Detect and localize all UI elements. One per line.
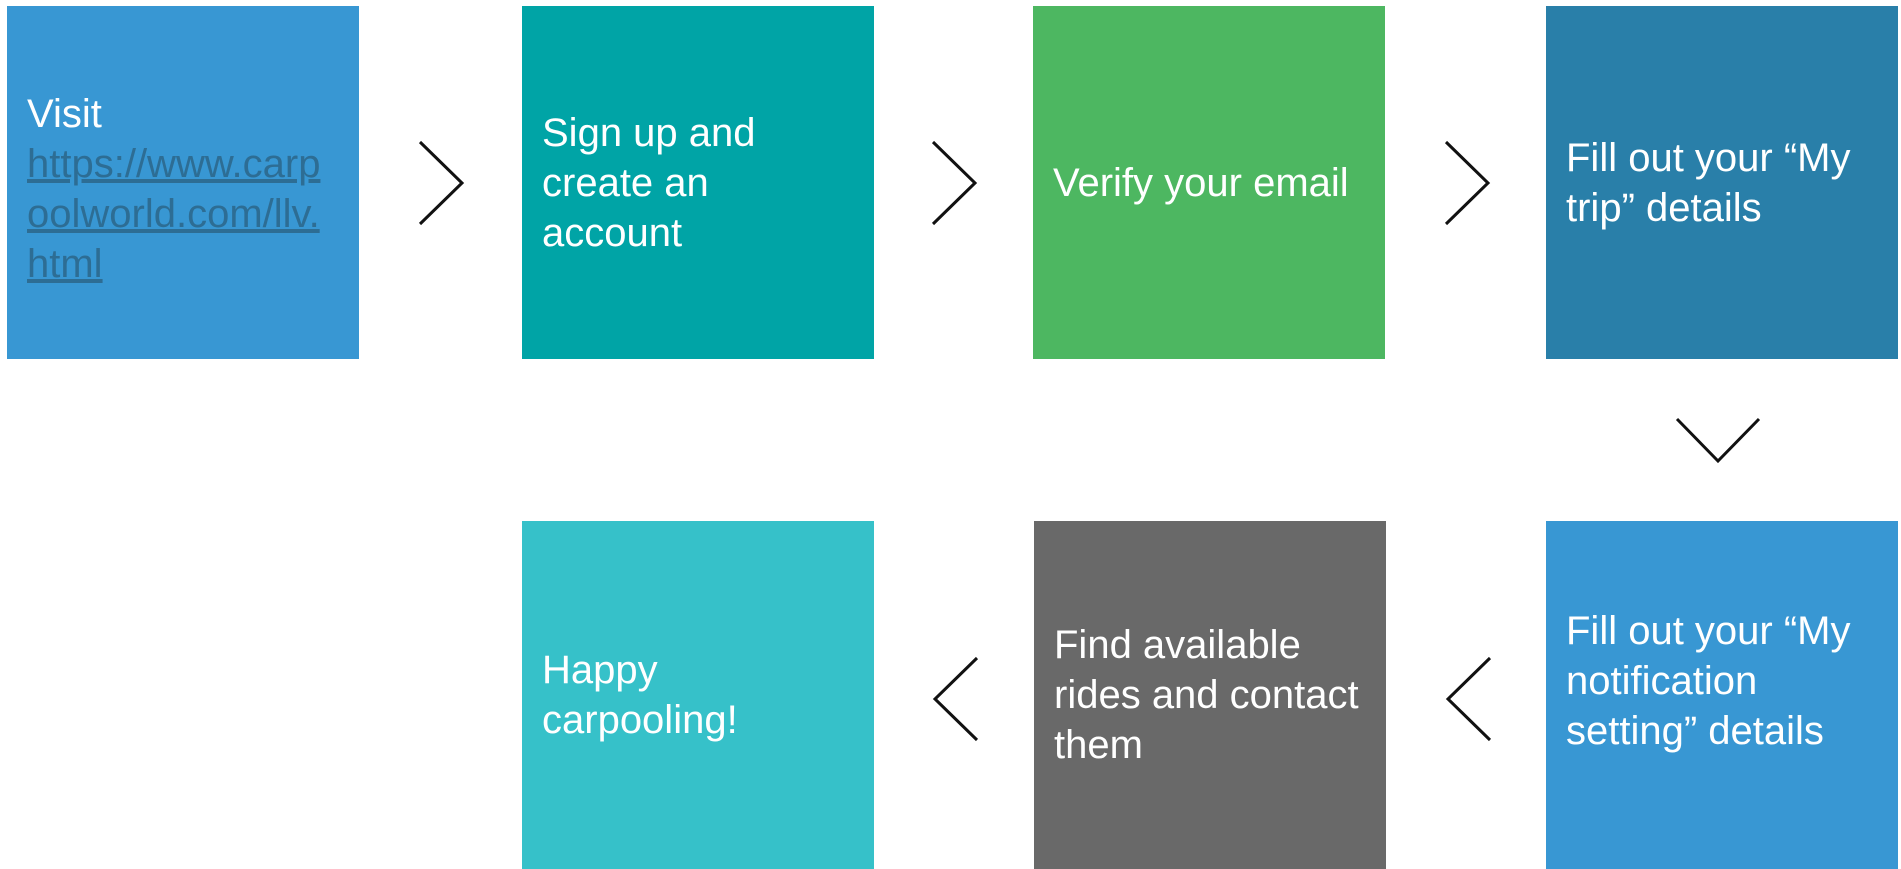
chevron-left-icon — [932, 656, 979, 742]
step-sign-up-box: Sign up and create an account — [522, 6, 874, 359]
step-happy-carpooling-label: Happy carpooling! — [542, 648, 738, 742]
step-visit-label: Visit — [27, 92, 102, 136]
step-find-rides-box: Find available rides and contact them — [1034, 521, 1386, 869]
step-visit-box: Visit https://www.carpoolworld.com/llv.h… — [7, 6, 359, 359]
step-my-trip-label: Fill out your “My trip” details — [1566, 135, 1851, 230]
chevron-right-icon — [418, 140, 465, 226]
chevron-down-icon — [1675, 417, 1761, 464]
step-happy-carpooling-box: Happy carpooling! — [522, 521, 874, 869]
chevron-left-icon — [1445, 656, 1492, 742]
step-my-trip-box: Fill out your “My trip” details — [1546, 6, 1898, 359]
step-verify-email-label: Verify your email — [1053, 160, 1349, 205]
step-notification-setting-label: Fill out your “My notification setting” … — [1566, 609, 1851, 753]
step-notification-setting-box: Fill out your “My notification setting” … — [1546, 521, 1898, 869]
step-verify-email-box: Verify your email — [1033, 6, 1385, 359]
step-sign-up-label: Sign up and create an account — [542, 110, 756, 255]
step-find-rides-label: Find available rides and contact them — [1054, 623, 1359, 767]
carpoolworld-link[interactable]: https://www.carpoolworld.com/llv.html — [27, 139, 339, 289]
chevron-right-icon — [931, 140, 978, 226]
chevron-right-icon — [1444, 140, 1491, 226]
